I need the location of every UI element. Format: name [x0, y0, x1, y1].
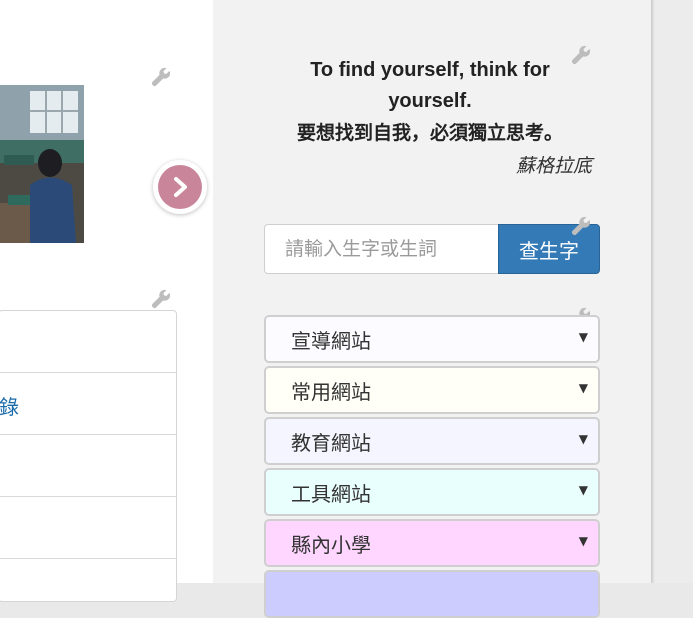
select-more-sites[interactable] [264, 570, 600, 618]
search-input[interactable] [264, 224, 498, 274]
select-label: 常用網站 [291, 379, 371, 404]
select-common-sites[interactable]: 常用網站 ▼ [264, 366, 600, 414]
select-label: 工具網站 [291, 481, 371, 506]
next-slide-button[interactable] [153, 160, 207, 214]
quote-author: 蘇格拉底 [515, 155, 592, 177]
select-education-sites[interactable]: 教育網站 ▼ [264, 417, 600, 465]
dropdown-arrow-icon: ▼ [578, 381, 588, 395]
classroom-photo [0, 85, 84, 243]
list-item[interactable] [0, 497, 176, 559]
chevron-right-icon [158, 165, 202, 209]
dictionary-search: 查生字 [264, 224, 600, 274]
page-background [655, 0, 693, 583]
dropdown-arrow-icon: ▼ [578, 432, 588, 446]
list-item[interactable] [0, 435, 176, 497]
select-label: 宣導網站 [291, 328, 371, 353]
dropdown-arrow-icon: ▼ [578, 534, 588, 548]
link-list-panel: 錄 [0, 310, 177, 602]
select-label: 教育網站 [291, 430, 371, 455]
wrench-icon[interactable] [150, 288, 172, 310]
list-item[interactable]: 錄 [0, 373, 176, 435]
quote-english: To find yourself, think for yourself. [310, 59, 550, 112]
select-tool-sites[interactable]: 工具網站 ▼ [264, 468, 600, 516]
list-item[interactable] [0, 559, 176, 601]
quote-chinese: 要想找到自我，必須獨立思考。 [296, 122, 563, 144]
wrench-icon[interactable] [570, 215, 592, 237]
daily-quote: To find yourself, think for yourself. 要想… [270, 55, 600, 177]
select-label: 縣內小學 [291, 532, 371, 557]
list-item[interactable] [0, 311, 176, 373]
wrench-icon[interactable] [150, 66, 172, 88]
dropdown-arrow-icon: ▼ [578, 483, 588, 497]
select-county-schools[interactable]: 縣內小學 ▼ [264, 519, 600, 567]
dropdown-arrow-icon: ▼ [578, 330, 588, 344]
select-promo-sites[interactable]: 宣導網站 ▼ [264, 315, 600, 363]
list-item-link[interactable]: 錄 [0, 391, 19, 420]
